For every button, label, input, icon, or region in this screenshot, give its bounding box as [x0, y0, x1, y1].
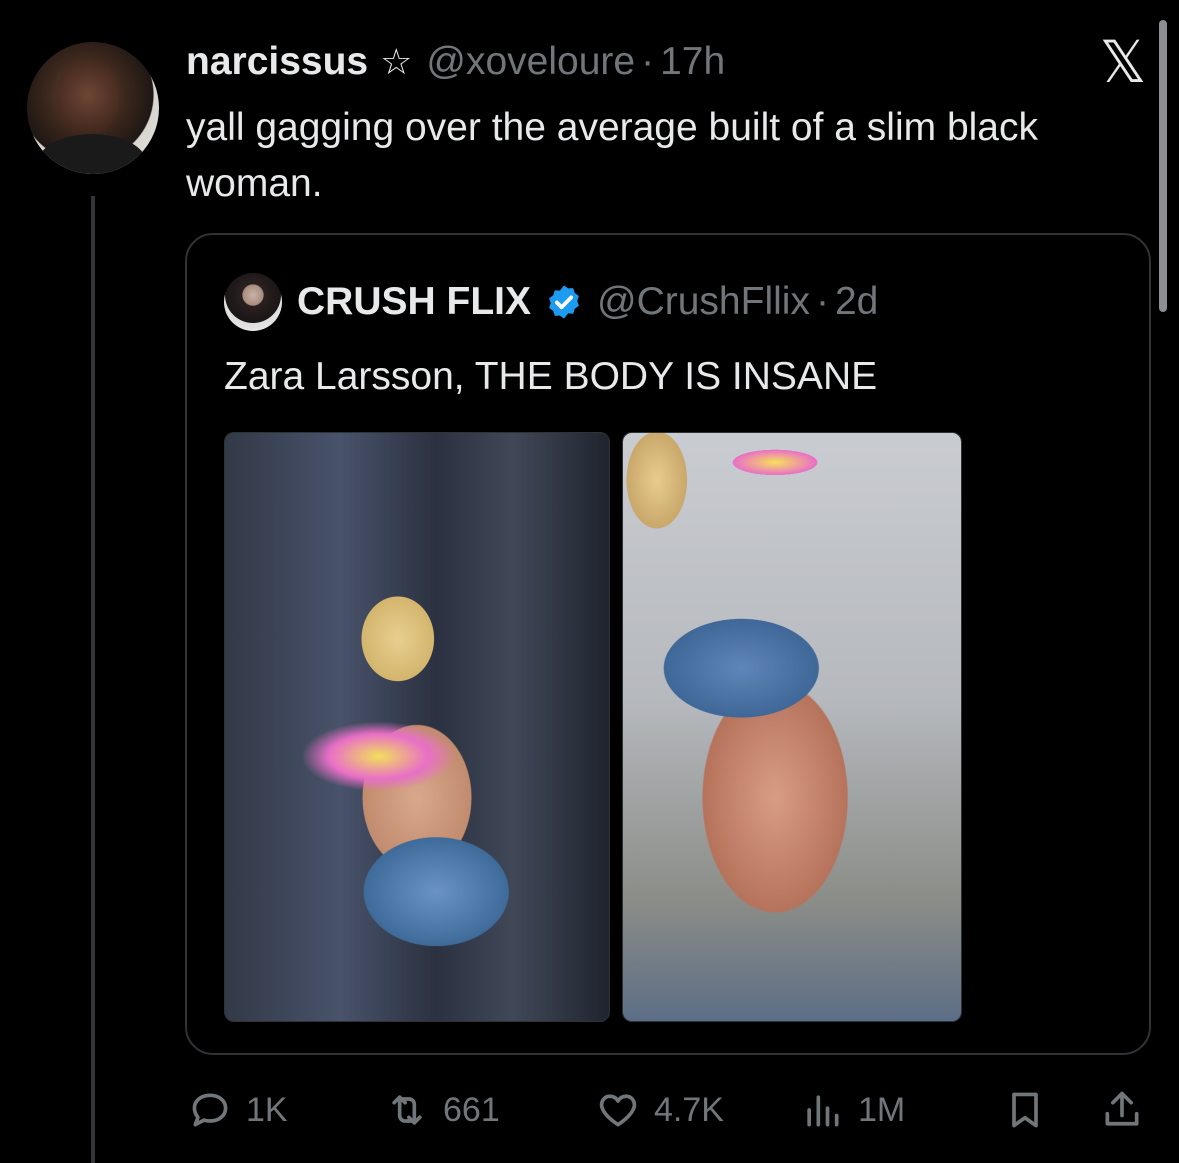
tweet-time[interactable]: 17h: [660, 40, 725, 84]
reply-icon: [192, 1093, 228, 1127]
reply-button[interactable]: 1K: [188, 1082, 288, 1138]
like-count: 4.7K: [654, 1090, 724, 1129]
share-button[interactable]: [1100, 1082, 1144, 1138]
author-handle[interactable]: @xoveloure: [426, 40, 635, 84]
author-name[interactable]: narcissus: [186, 40, 368, 84]
media-image-2[interactable]: [622, 432, 962, 1022]
views-count: 1M: [858, 1090, 906, 1129]
repost-count: 661: [443, 1090, 500, 1129]
quoted-tweet-header: CRUSH FLIX @CrushFllix · 2d: [297, 277, 878, 327]
tweet-header: narcissus ☆ @xoveloure · 17h: [186, 38, 725, 86]
bookmark-icon: [1012, 1092, 1038, 1128]
heart-icon: [599, 1094, 637, 1127]
verified-badge-icon: [549, 285, 579, 319]
tweet-text: yall gagging over the average built of a…: [186, 106, 1038, 205]
avatar-body: [37, 134, 147, 174]
repost-icon: [392, 1095, 422, 1125]
scrollbar[interactable]: [1159, 20, 1167, 312]
quoted-author-name[interactable]: CRUSH FLIX: [297, 280, 531, 324]
quoted-author-handle[interactable]: @CrushFllix: [597, 280, 810, 324]
action-bar: 1K 661 4.7K 1M: [0, 1082, 1179, 1138]
x-logo-icon[interactable]: 𝕏: [1096, 33, 1150, 91]
quoted-tweet-text: Zara Larsson, THE BODY IS INSANE: [224, 355, 878, 398]
share-icon: [1105, 1091, 1139, 1126]
media-image-1[interactable]: [224, 432, 610, 1022]
analytics-icon: [807, 1095, 839, 1127]
separator-dot: ·: [815, 280, 829, 323]
repost-button[interactable]: 661: [385, 1082, 500, 1138]
quoted-tweet[interactable]: CRUSH FLIX @CrushFllix · 2d Zara Larsson…: [185, 233, 1151, 1055]
author-avatar[interactable]: [27, 42, 159, 174]
like-button[interactable]: 4.7K: [596, 1082, 724, 1138]
thread-line: [91, 196, 95, 1163]
quoted-tweet-time[interactable]: 2d: [835, 280, 878, 324]
quoted-author-avatar[interactable]: [224, 273, 282, 331]
reply-count: 1K: [246, 1090, 288, 1129]
views-button[interactable]: 1M: [800, 1082, 905, 1138]
avatar-face: [57, 60, 119, 138]
separator-dot: ·: [641, 40, 655, 83]
star-icon: ☆: [380, 41, 413, 82]
bookmark-button[interactable]: [1003, 1082, 1047, 1138]
